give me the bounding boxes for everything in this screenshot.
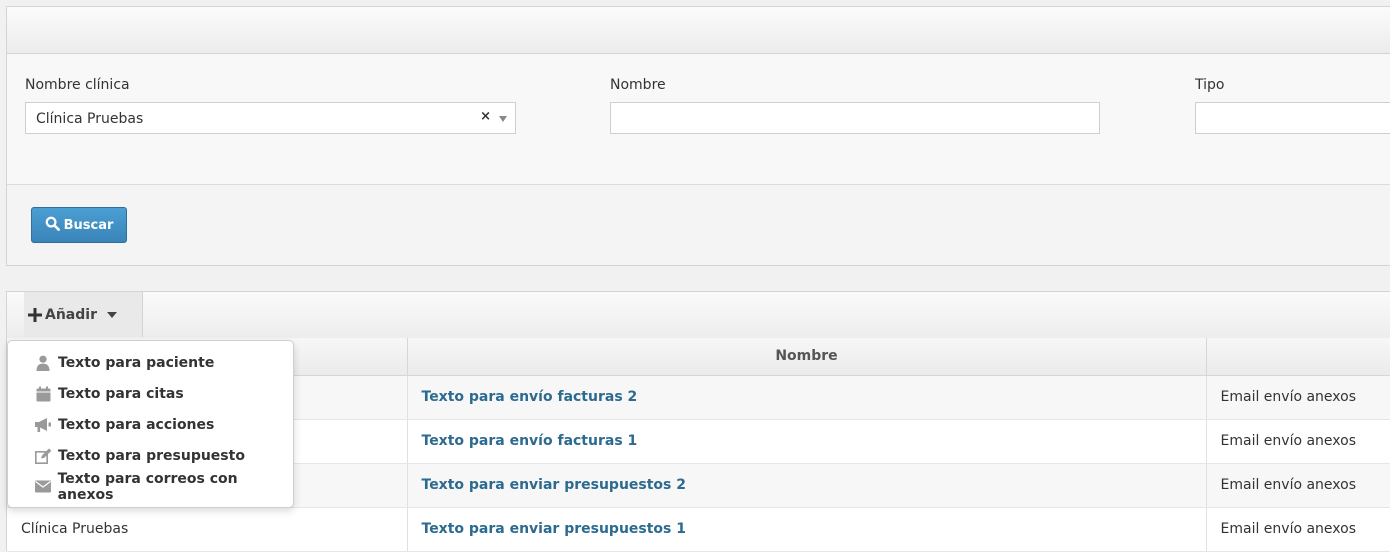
add-button[interactable]: Añadir — [24, 292, 143, 337]
type-input[interactable] — [1195, 102, 1390, 134]
edit-icon — [34, 448, 52, 464]
menu-item-label: Texto para presupuesto — [58, 447, 245, 464]
name-input[interactable] — [610, 102, 1100, 134]
filter-form: Nombre clínica Clínica Pruebas × Nombre … — [7, 54, 1390, 185]
search-button[interactable]: Buscar — [31, 207, 127, 243]
clinic-name-select-value: Clínica Pruebas — [36, 111, 144, 127]
results-toolbar: Añadir — [7, 292, 1390, 339]
menu-item-actions-text[interactable]: Texto para acciones — [8, 409, 293, 440]
name-cell: Texto para envío facturas 1 — [407, 419, 1207, 464]
calendar-icon — [34, 386, 52, 402]
search-button-label: Buscar — [63, 217, 114, 233]
add-dropdown-menu: Texto para paciente Texto para citas Tex… — [7, 340, 294, 508]
chevron-down-icon[interactable] — [499, 116, 507, 122]
user-icon — [34, 355, 52, 371]
add-button-label: Añadir — [45, 306, 97, 323]
name-label: Nombre — [610, 77, 666, 93]
name-cell: Texto para enviar presupuestos 1 — [407, 507, 1207, 552]
menu-item-label: Texto para correos con anexos — [57, 470, 238, 503]
type-label: Tipo — [1195, 77, 1225, 93]
type-cell: Email envío anexos — [1206, 375, 1390, 420]
menu-item-budget-text[interactable]: Texto para presupuesto — [8, 440, 293, 471]
name-cell: Texto para envío facturas 2 — [407, 375, 1207, 420]
caret-down-icon — [106, 311, 117, 318]
text-name-link[interactable]: Texto para envío facturas 1 — [422, 433, 638, 449]
menu-item-appointment-text[interactable]: Texto para citas — [8, 378, 293, 409]
table-row[interactable]: Clínica Pruebas Texto para enviar presup… — [7, 507, 1390, 552]
clinic-name-label: Nombre clínica — [25, 77, 130, 93]
column-header-name[interactable]: Nombre — [407, 338, 1207, 376]
text-name-link[interactable]: Texto para envío facturas 2 — [422, 389, 638, 405]
filter-panel: Nombre clínica Clínica Pruebas × Nombre … — [6, 6, 1390, 266]
menu-item-label: Texto para acciones — [58, 416, 215, 433]
name-cell: Texto para enviar presupuestos 2 — [407, 463, 1207, 508]
column-header-type[interactable] — [1206, 338, 1390, 376]
text-name-link[interactable]: Texto para enviar presupuestos 2 — [422, 477, 687, 493]
menu-item-patient-text[interactable]: Texto para paciente — [8, 347, 293, 378]
clear-selection-icon[interactable]: × — [480, 109, 491, 124]
type-cell: Email envío anexos — [1206, 463, 1390, 508]
clinic-name-select[interactable]: Clínica Pruebas × — [25, 102, 516, 134]
type-cell: Email envío anexos — [1206, 507, 1390, 552]
filter-footer: Buscar — [7, 185, 1390, 267]
bullhorn-icon — [34, 417, 52, 433]
search-icon — [45, 216, 60, 235]
type-cell: Email envío anexos — [1206, 419, 1390, 464]
menu-item-attachment-email-text[interactable]: Texto para correos con anexos — [8, 470, 293, 503]
menu-item-label: Texto para citas — [58, 385, 184, 402]
plus-icon — [28, 305, 42, 325]
clinic-cell: Clínica Pruebas — [7, 507, 408, 552]
filter-panel-header — [7, 7, 1390, 54]
text-name-link[interactable]: Texto para enviar presupuestos 1 — [422, 521, 687, 537]
menu-item-label: Texto para paciente — [58, 354, 215, 371]
envelope-icon — [34, 479, 52, 495]
